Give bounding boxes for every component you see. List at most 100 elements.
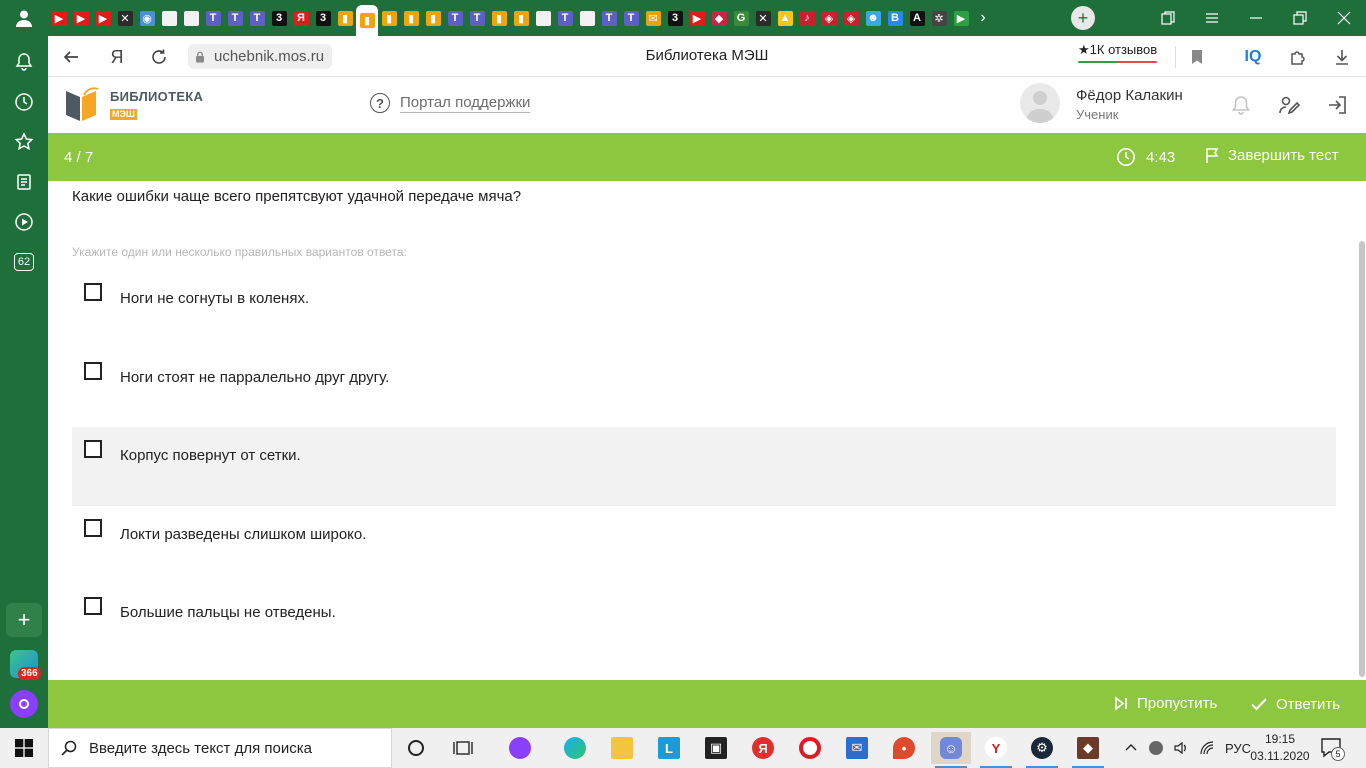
browser-tab[interactable]: T <box>444 5 466 31</box>
extensions-icon[interactable] <box>1285 44 1311 70</box>
browser-tab[interactable] <box>180 5 202 31</box>
browser-tab[interactable]: ▶ <box>70 5 92 31</box>
profile-icon[interactable] <box>8 4 40 32</box>
network-icon[interactable] <box>1199 740 1215 756</box>
answer-option[interactable]: Корпус повернут от сетки. <box>72 427 1336 506</box>
game-icon[interactable]: ◆ <box>1068 732 1108 768</box>
task-view-icon[interactable] <box>443 732 483 764</box>
scrollbar-thumb[interactable] <box>1359 241 1365 677</box>
maps-icon[interactable]: • <box>884 732 924 764</box>
answer-checkbox[interactable] <box>84 283 102 301</box>
browser-tab[interactable]: B <box>884 5 906 31</box>
star-icon[interactable] <box>12 130 36 154</box>
back-icon[interactable] <box>58 44 84 70</box>
browser-tab[interactable]: ◆ <box>708 5 730 31</box>
menu-icon[interactable] <box>1190 0 1234 36</box>
music-icon[interactable] <box>12 210 36 234</box>
sidebar-add-button[interactable]: + <box>6 603 42 637</box>
answer-option[interactable]: Ноги не согнуты в коленях. <box>72 270 1336 349</box>
discord-icon[interactable]: ☺ <box>931 732 971 768</box>
answer-option[interactable]: Большие пальцы не отведены. <box>72 584 1336 663</box>
browser-tab[interactable]: ▮ <box>378 5 400 31</box>
avatar[interactable] <box>1020 83 1060 123</box>
browser-tab[interactable]: T <box>246 5 268 31</box>
browser-tab[interactable]: T <box>554 5 576 31</box>
browser-tab[interactable]: ▶ <box>686 5 708 31</box>
browser-tab[interactable]: Я <box>290 5 312 31</box>
submit-answer-button[interactable]: Ответить <box>1250 695 1340 713</box>
iq-button[interactable]: IQ <box>1240 44 1266 70</box>
browser-tab[interactable]: ☻ <box>862 5 884 31</box>
browser-tab[interactable]: ▮ <box>356 5 378 36</box>
browser-tab[interactable]: ◉ <box>136 5 158 31</box>
browser-tab[interactable]: T <box>598 5 620 31</box>
volume-icon[interactable] <box>1173 740 1189 756</box>
browser-tab[interactable]: ▶ <box>48 5 70 31</box>
browser-tab[interactable] <box>532 5 554 31</box>
browser-tab[interactable]: ▮ <box>488 5 510 31</box>
browser-tab[interactable]: ▮ <box>422 5 444 31</box>
tabs-scroll-right-icon[interactable]: › <box>972 5 994 31</box>
browser-tab[interactable]: ◈ <box>818 5 840 31</box>
history-icon[interactable] <box>12 90 36 114</box>
store-icon[interactable]: ▣ <box>696 732 736 764</box>
browser-tab[interactable]: ◈ <box>840 5 862 31</box>
system-clock[interactable]: 19:15 03.11.2020 <box>1250 731 1310 765</box>
browser-tab[interactable]: ♪ <box>796 5 818 31</box>
browser-tab[interactable]: T <box>202 5 224 31</box>
yandex-home-icon[interactable]: Я <box>104 44 130 70</box>
browser-tab[interactable] <box>576 5 598 31</box>
answer-checkbox[interactable] <box>84 440 102 459</box>
answer-checkbox[interactable] <box>84 361 102 380</box>
new-tab-button[interactable]: + <box>1071 6 1095 30</box>
bookmark-icon[interactable] <box>1184 44 1210 70</box>
bell-icon[interactable] <box>12 50 36 74</box>
browser-tab[interactable] <box>158 5 180 31</box>
browser-tab[interactable]: 3 <box>312 5 334 31</box>
lingualeo-icon[interactable]: L <box>649 732 689 764</box>
yandex-browser-icon[interactable]: Y <box>976 732 1016 768</box>
reviews-button[interactable]: ★1К отзывов <box>1078 42 1158 63</box>
download-icon[interactable] <box>1329 44 1355 70</box>
tray-app-icon[interactable] <box>1149 741 1163 755</box>
browser-tab[interactable]: ✲ <box>928 5 950 31</box>
finish-test-button[interactable]: Завершить тест <box>1204 147 1339 164</box>
browser-tab[interactable]: G <box>730 5 752 31</box>
close-icon[interactable] <box>1322 0 1366 36</box>
library-logo-text[interactable]: БИБЛИОТЕКА МЭШ <box>110 89 203 122</box>
answer-option[interactable]: Ноги стоят не парралельно друг другу. <box>72 349 1336 428</box>
sidebar-counter-badge[interactable]: 62 <box>12 250 36 274</box>
edit-profile-icon[interactable] <box>1277 93 1301 117</box>
reload-icon[interactable] <box>146 44 172 70</box>
browser-tab[interactable]: ▮ <box>400 5 422 31</box>
browser-tab[interactable]: ✕ <box>752 5 774 31</box>
notifications-bell-icon[interactable] <box>1229 93 1253 117</box>
tab-manager-icon[interactable] <box>1146 0 1190 36</box>
language-indicator[interactable]: РУС <box>1225 741 1251 756</box>
browser-tab[interactable]: T <box>620 5 642 31</box>
tray-expand-icon[interactable] <box>1123 740 1139 756</box>
windows-start-icon[interactable] <box>0 728 48 768</box>
edge-icon[interactable] <box>555 732 595 764</box>
taskbar-search-input[interactable]: Введите здесь текст для поиска <box>48 728 392 768</box>
restore-icon[interactable] <box>1278 0 1322 36</box>
answer-option[interactable]: Локти разведены слишком широко. <box>72 506 1336 585</box>
alice-icon[interactable] <box>10 690 38 718</box>
answer-checkbox[interactable] <box>84 518 102 537</box>
support-link[interactable]: ? Портал поддержки <box>370 93 531 113</box>
browser-tab[interactable]: ✕ <box>114 5 136 31</box>
browser-tab[interactable]: ✉ <box>642 5 664 31</box>
scrollbar[interactable] <box>1358 181 1366 680</box>
browser-tab[interactable]: 3 <box>268 5 290 31</box>
alice-taskbar-icon[interactable] <box>500 732 540 764</box>
opera-icon[interactable] <box>790 732 830 764</box>
steam-icon[interactable]: ⚙ <box>1022 732 1062 768</box>
minimize-icon[interactable] <box>1234 0 1278 36</box>
yandex-icon[interactable]: Я <box>743 732 783 764</box>
collections-icon[interactable] <box>12 170 36 194</box>
url-field[interactable]: uchebnik.mos.ru <box>188 44 333 69</box>
browser-tab[interactable]: T <box>224 5 246 31</box>
browser-tab[interactable]: 3 <box>664 5 686 31</box>
browser-tab[interactable]: T <box>466 5 488 31</box>
library-logo-icon[interactable] <box>62 83 102 123</box>
